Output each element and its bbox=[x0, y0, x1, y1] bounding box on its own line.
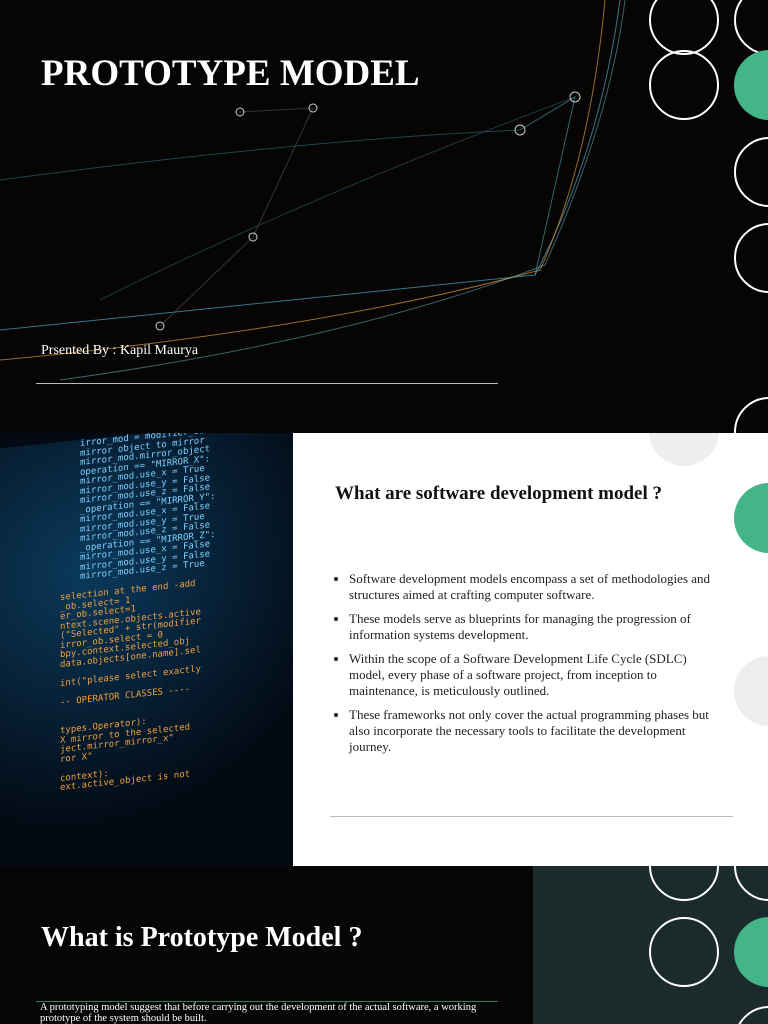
decor-circle bbox=[734, 397, 768, 433]
presenter: Prsented By : Kapil Maurya bbox=[41, 343, 199, 358]
title-slide: PROTOTYPE MODEL Prsented By : Kapil Maur… bbox=[0, 0, 768, 433]
decor-circle-green bbox=[734, 483, 768, 553]
code-image: irror_mod = modifier_ob mirror object to … bbox=[0, 433, 293, 866]
prototype-slide: What is Prototype Model ? A prototyping … bbox=[0, 866, 768, 1024]
decor-circle bbox=[649, 917, 719, 987]
decor-circle bbox=[649, 50, 719, 120]
bullet-list: Software development models encompass a … bbox=[335, 571, 719, 763]
bullet-item: Within the scope of a Software Developme… bbox=[349, 651, 719, 699]
slide-title: PROTOTYPE MODEL bbox=[41, 53, 420, 94]
content-slide: irror_mod = modifier_ob mirror object to … bbox=[0, 433, 768, 866]
bullet-item: Software development models encompass a … bbox=[349, 571, 719, 603]
decor-circle bbox=[738, 1006, 768, 1024]
bullet-item: These frameworks not only cover the actu… bbox=[349, 707, 719, 755]
divider bbox=[330, 816, 733, 817]
bullet-item: These models serve as blueprints for man… bbox=[349, 611, 719, 643]
slide-body: A prototyping model suggest that before … bbox=[40, 1002, 477, 1024]
slide-heading: What is Prototype Model ? bbox=[41, 922, 363, 953]
decor-circle bbox=[734, 656, 768, 726]
slide-heading: What are software development model ? bbox=[335, 483, 662, 504]
decor-circle bbox=[649, 433, 719, 466]
divider bbox=[36, 383, 498, 384]
